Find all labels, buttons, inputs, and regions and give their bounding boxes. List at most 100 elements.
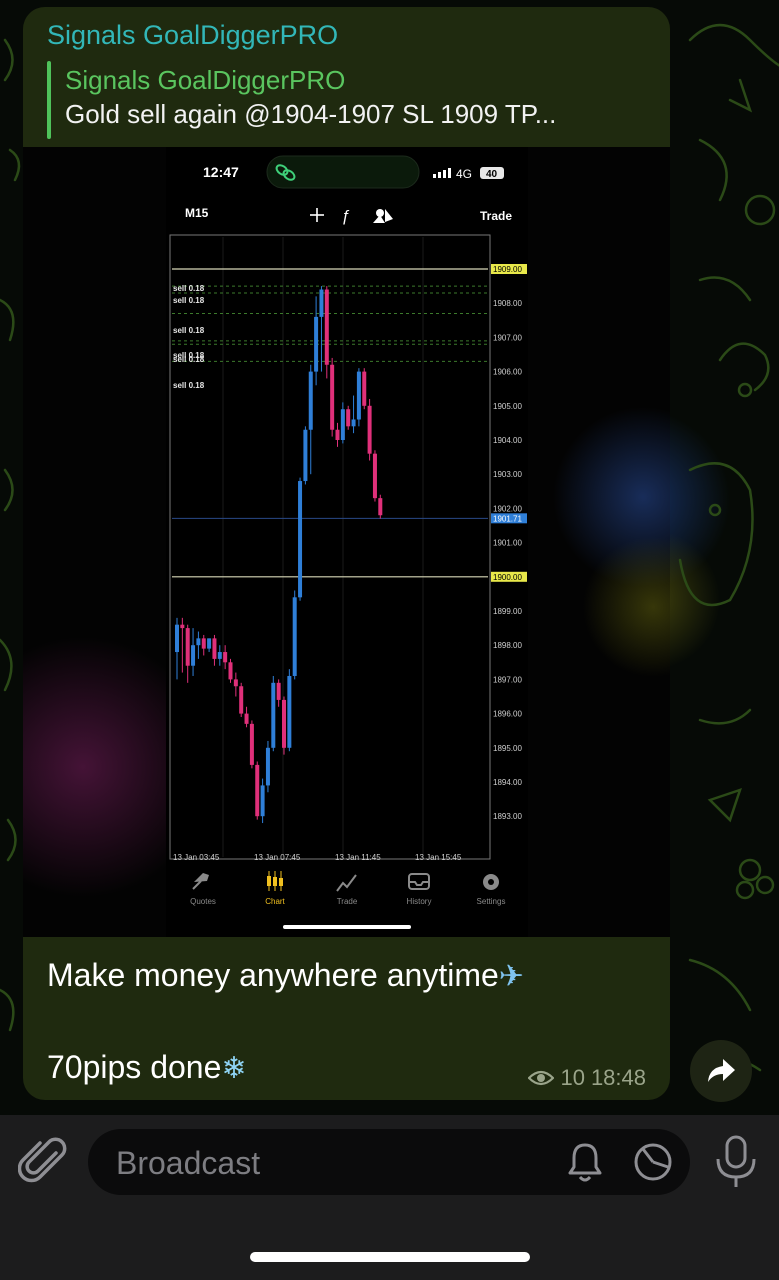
- time-tick-label: 13 Jan 15:45: [415, 853, 462, 862]
- candle-body: [217, 652, 222, 659]
- dynamic-island: [266, 155, 420, 189]
- eye-icon: [528, 1070, 555, 1086]
- candle-body: [180, 624, 185, 629]
- timer-icon: [634, 1143, 672, 1181]
- candle-body: [282, 699, 286, 748]
- price-tick-label: 1901.71: [493, 514, 522, 523]
- candle-body: [196, 638, 201, 646]
- candlestick: [255, 761, 260, 820]
- candlestick: [324, 286, 329, 379]
- app-tab-label: Chart: [265, 897, 285, 906]
- price-tick-label: 1899.00: [493, 607, 522, 616]
- price-tick-label: 1909.00: [493, 265, 522, 274]
- price-tick-label: 1906.00: [493, 368, 522, 377]
- candlestick: [378, 494, 383, 519]
- message-meta: 10 18:48: [528, 1065, 646, 1091]
- caption-line-1: Make money anywhere anytime✈: [47, 957, 524, 994]
- channel-name[interactable]: Signals GoalDiggerPRO: [47, 20, 338, 51]
- caption-text-1: Make money anywhere anytime: [47, 957, 499, 993]
- caption-line-2: 70pips done❄: [47, 1049, 247, 1086]
- message-bubble[interactable]: Signals GoalDiggerPRO Signals GoalDigger…: [23, 7, 670, 1100]
- message-time: 18:48: [590, 1065, 646, 1090]
- price-tick-label: 1893.00: [493, 812, 522, 821]
- snowflake-icon: ❄: [221, 1051, 247, 1086]
- gear-icon: [483, 874, 499, 890]
- candle-body: [260, 785, 265, 817]
- candlestick: [271, 675, 276, 752]
- reply-accent-bar: [47, 61, 51, 139]
- candle-body: [335, 429, 340, 440]
- candle-body: [228, 662, 233, 680]
- candle-body: [372, 453, 377, 499]
- forward-button[interactable]: [690, 1040, 752, 1102]
- price-tick-label: 1904.00: [493, 436, 522, 445]
- sell-order-label: sell 0.18: [173, 296, 205, 305]
- candle-body: [298, 481, 303, 598]
- candle-body: [330, 364, 335, 430]
- candlestick: [298, 477, 303, 601]
- candle-body: [351, 419, 356, 427]
- app-tab-label: Trade: [337, 897, 358, 906]
- candle-body: [212, 638, 217, 659]
- message-input-placeholder: Broadcast: [116, 1145, 261, 1181]
- candlestick: [372, 450, 377, 502]
- message-input[interactable]: Broadcast: [88, 1129, 690, 1195]
- voice-message-button[interactable]: [710, 1133, 762, 1191]
- timeframe-label[interactable]: M15: [185, 206, 209, 220]
- candle-body: [346, 409, 351, 427]
- candle-body: [265, 747, 270, 786]
- price-tick-label: 1900.00: [493, 573, 522, 582]
- app-tab-label: Quotes: [190, 897, 216, 906]
- price-tick-label: 1896.00: [493, 710, 522, 719]
- share-arrow-icon: [708, 1059, 735, 1082]
- reply-quote[interactable]: Signals GoalDiggerPRO Gold sell again @1…: [47, 61, 647, 139]
- reply-text: Gold sell again @1904-1907 SL 1909 TP...: [65, 99, 557, 129]
- candle-body: [223, 652, 228, 663]
- trading-app-screenshot: 12:47 4G 40 M15 ƒ Trade 1909.001908.0019…: [23, 147, 670, 937]
- battery-level: 40: [486, 169, 498, 180]
- price-tick-label: 1898.00: [493, 641, 522, 650]
- chart-icon: [267, 871, 283, 891]
- candle-body: [201, 638, 206, 649]
- silent-broadcast-button[interactable]: [562, 1139, 608, 1185]
- time-tick-label: 13 Jan 07:45: [254, 853, 301, 862]
- candlestick: [249, 720, 254, 769]
- price-tick-label: 1907.00: [493, 333, 522, 342]
- sell-order-label: sell 0.18: [173, 284, 205, 293]
- sell-order-label: sell 0.18: [173, 326, 205, 335]
- candle-body: [362, 371, 367, 406]
- candle-body: [233, 679, 238, 687]
- phone-home-indicator: [283, 925, 411, 929]
- candlestick: [239, 682, 244, 718]
- airplane-icon: ✈: [498, 959, 524, 994]
- candle-body: [185, 628, 190, 666]
- trade-toolbar-button[interactable]: Trade: [480, 209, 512, 223]
- candle-body: [255, 764, 260, 817]
- time-tick-label: 13 Jan 03:45: [173, 853, 220, 862]
- candle-body: [319, 289, 324, 317]
- candle-body: [249, 723, 254, 765]
- chart-screenshot-photo[interactable]: 12:47 4G 40 M15 ƒ Trade 1909.00 1908.00 …: [23, 147, 670, 937]
- candle-body: [276, 682, 281, 700]
- candle-body: [239, 686, 244, 714]
- time-tick-label: 13 Jan 11:45: [335, 853, 381, 862]
- candlestick: [367, 398, 372, 461]
- network-type: 4G: [456, 167, 472, 181]
- candle-body: [207, 638, 212, 649]
- attach-button[interactable]: [17, 1135, 72, 1189]
- candle-body: [287, 675, 292, 748]
- price-tick-label: 1903.00: [493, 470, 522, 479]
- status-time: 12:47: [203, 164, 239, 180]
- indicators-icon[interactable]: ƒ: [341, 208, 350, 225]
- chart-plot-area[interactable]: [169, 234, 491, 860]
- sell-order-label: sell 0.18: [173, 381, 205, 390]
- app-tab-label: Settings: [477, 897, 506, 906]
- candlestick: [292, 590, 297, 680]
- home-indicator: [250, 1252, 530, 1262]
- candlestick: [330, 357, 335, 437]
- schedule-button[interactable]: [630, 1139, 676, 1185]
- candlestick: [362, 368, 367, 410]
- candle-body: [340, 409, 345, 440]
- candlestick: [303, 426, 308, 485]
- price-tick-label: 1895.00: [493, 744, 522, 753]
